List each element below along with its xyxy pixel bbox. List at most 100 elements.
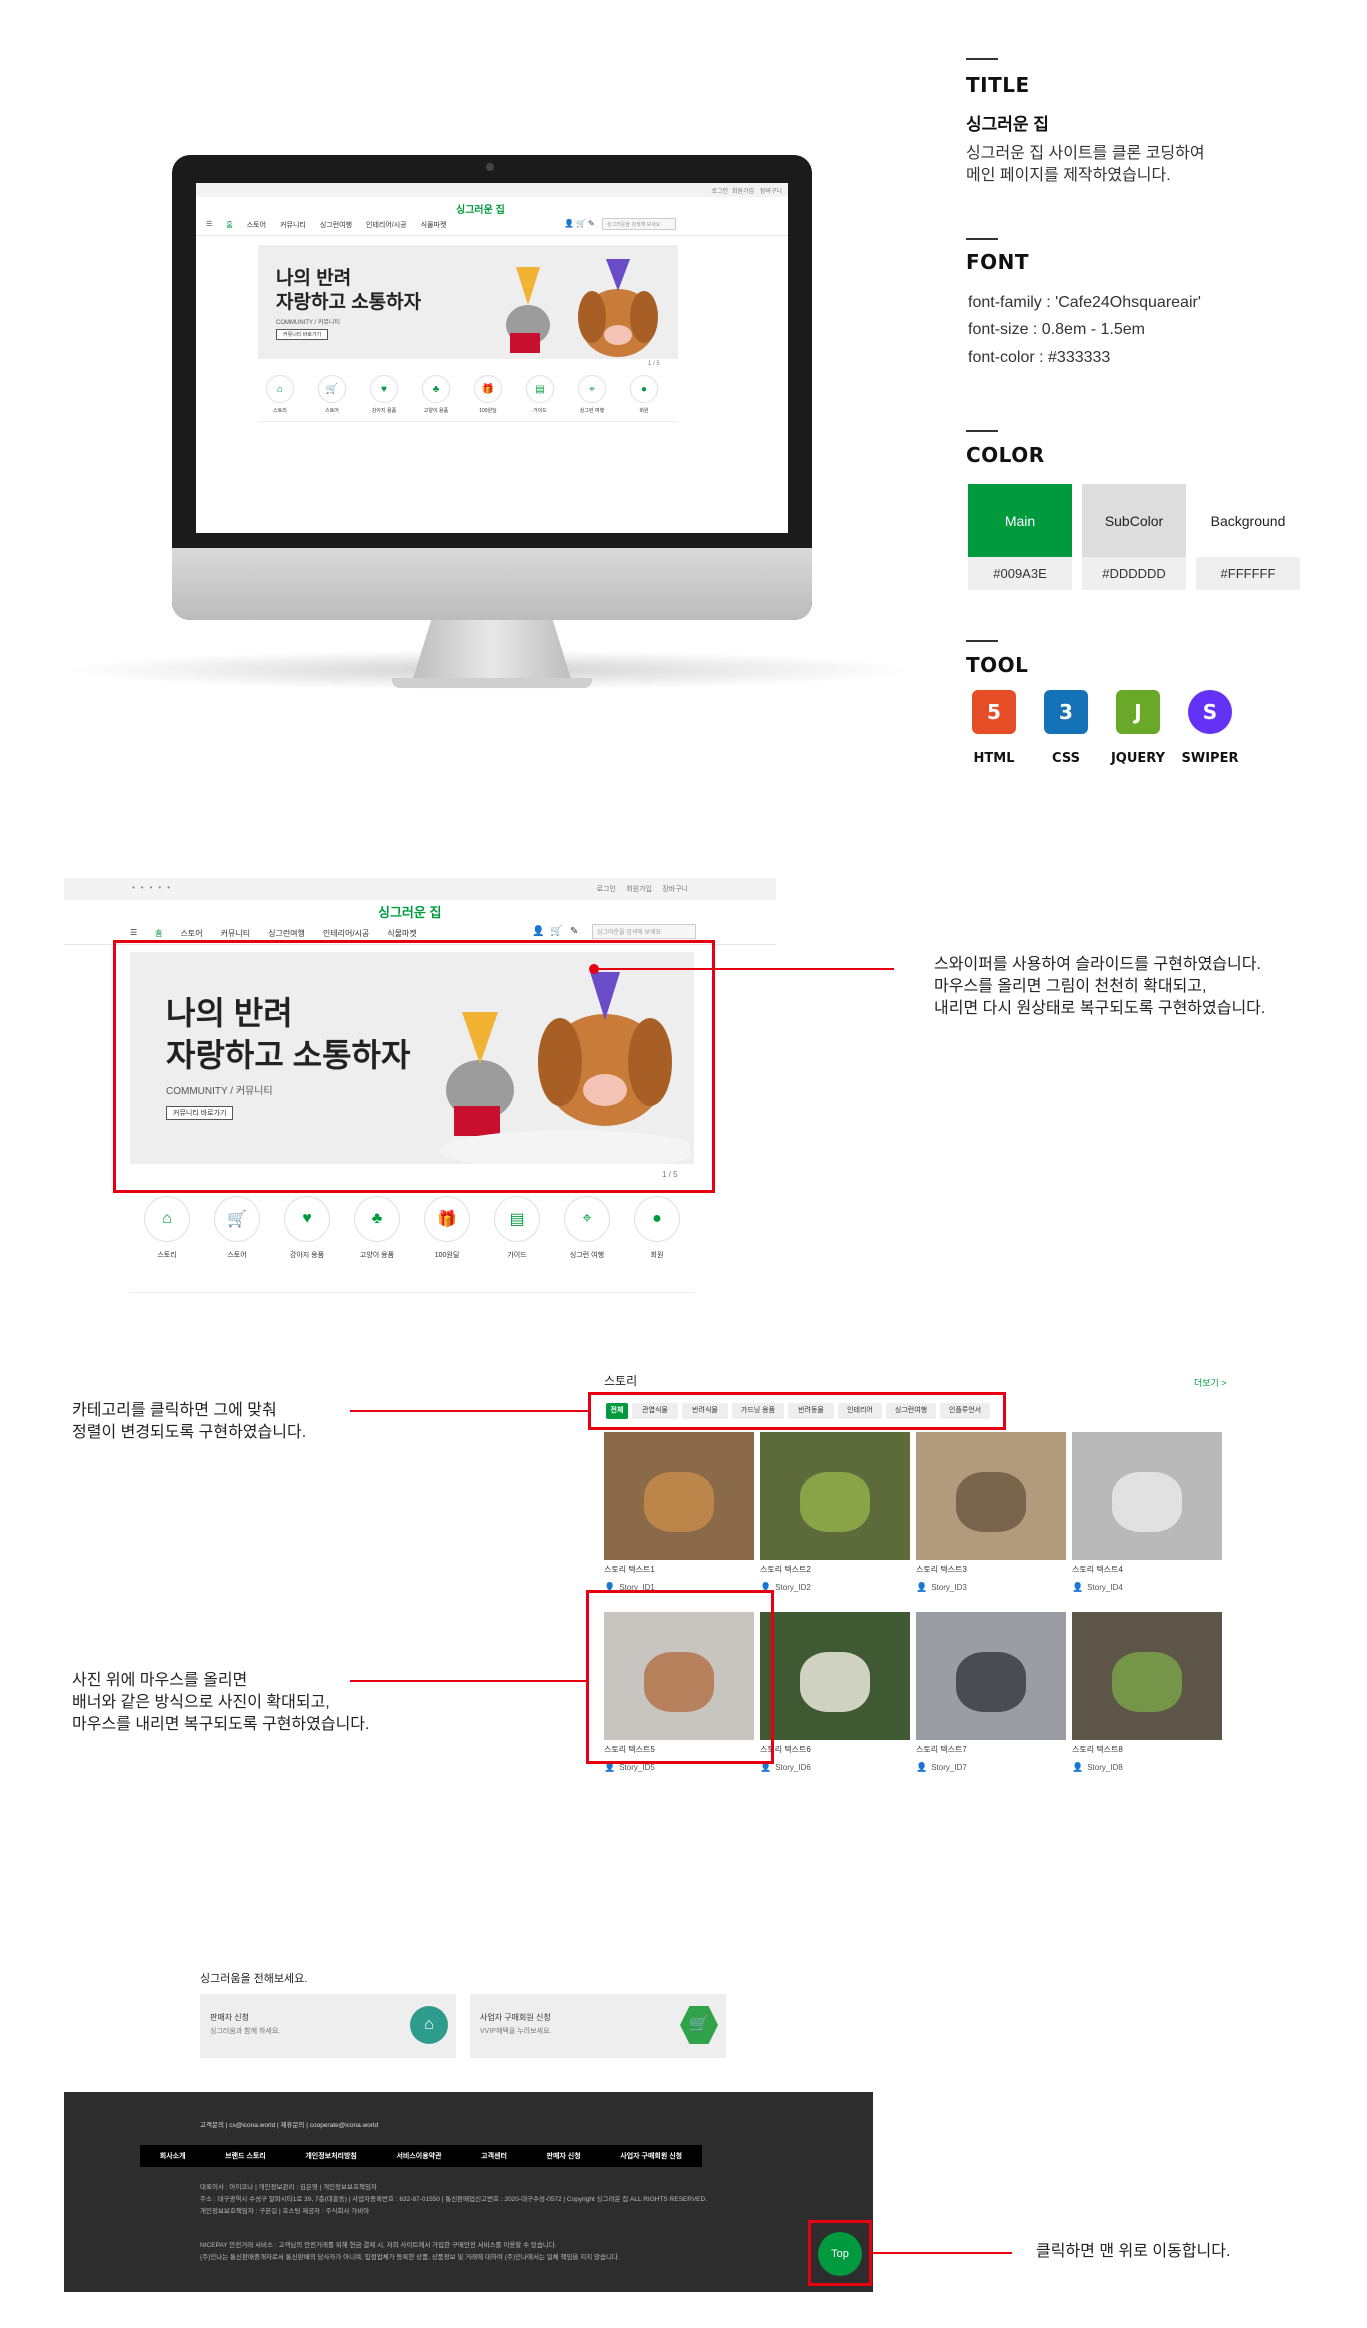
- site-nav: ☰ 홈 스토어 커뮤니티 싱그런여행 인테리어/시공 식물마켓: [206, 220, 446, 230]
- nav-travel-2[interactable]: 싱그런여행: [268, 928, 305, 939]
- home-icon[interactable]: ⌂: [266, 375, 294, 403]
- story-title[interactable]: 스토리 텍스트4: [1072, 1564, 1123, 1575]
- story-photo-subject: [800, 1652, 870, 1712]
- footer-nav-item-3[interactable]: 서비스이용약관: [396, 2151, 441, 2161]
- site-nav-2: ☰ 홈 스토어 커뮤니티 싱그런여행 인테리어/시공 식물마켓: [130, 928, 417, 939]
- category-label-3: 고양이 용품: [423, 408, 449, 414]
- footer-contact: 고객문의 | cs@icona.world | 제휴문의 | cooperate…: [200, 2122, 379, 2129]
- story-more-link[interactable]: 더보기 >: [1194, 1376, 1227, 1389]
- nav-community[interactable]: 커뮤니티: [280, 220, 306, 230]
- story-photo[interactable]: [916, 1612, 1066, 1740]
- banner-button[interactable]: 커뮤니티 바로가기: [276, 329, 329, 340]
- swatch-main: Main: [968, 484, 1072, 557]
- footer-nav-item-6[interactable]: 사업자 구매회원 신청: [620, 2151, 682, 2161]
- hero-banner[interactable]: 나의 반려 자랑하고 소통하자 COMMUNITY / 커뮤니티 커뮤니티 바로…: [258, 245, 678, 359]
- nav-home[interactable]: 홈: [226, 220, 232, 230]
- footer-nav-item-2[interactable]: 개인정보처리방침: [305, 2151, 357, 2161]
- story-title[interactable]: 스토리 텍스트8: [1072, 1744, 1123, 1755]
- nav-interior[interactable]: 인테리어/시공: [366, 220, 407, 230]
- title-heading: TITLE: [966, 73, 1030, 97]
- top-link-cart[interactable]: 장바구니: [760, 186, 782, 195]
- cart-icon[interactable]: 🛒: [576, 219, 586, 228]
- top-link-login[interactable]: 로그인: [711, 186, 728, 195]
- top-link-cart-2[interactable]: 장바구니: [662, 884, 688, 894]
- home-icon[interactable]: ⌂: [144, 1196, 190, 1242]
- dog-icon[interactable]: ♥: [370, 375, 398, 403]
- search-input[interactable]: 싱그러운을 검색해 보세요: [602, 218, 676, 230]
- seller-card[interactable]: 판매자 신청 싱그러움과 함께 하세요. ⌂: [200, 1994, 456, 2058]
- footer-nav-item-0[interactable]: 회사소개: [160, 2151, 186, 2161]
- title-rule: [966, 58, 998, 60]
- site-name: 싱그러운 집: [966, 115, 1049, 134]
- coin-icon[interactable]: ●: [634, 1196, 680, 1242]
- nav-store[interactable]: 스토어: [247, 220, 266, 230]
- nav-home-2[interactable]: 홈: [155, 928, 162, 939]
- pets-illustration: [506, 259, 658, 357]
- monitor-stand: [412, 620, 572, 682]
- site-top-bar-2: ••••• 로그인 회원가입 장바구니: [64, 878, 776, 900]
- user-icon[interactable]: 👤: [564, 219, 574, 228]
- nav-store-2[interactable]: 스토어: [181, 928, 203, 939]
- category-label-big-1: 스토어: [227, 1252, 247, 1259]
- top-link-login-2[interactable]: 로그인: [597, 884, 616, 894]
- top-link-join-2[interactable]: 회원가입: [626, 884, 652, 894]
- user-icon-2[interactable]: 👤: [532, 926, 544, 937]
- nav-divider: [196, 235, 788, 236]
- top-link-join[interactable]: 회원가입: [732, 186, 754, 195]
- story-title[interactable]: 스토리 텍스트7: [916, 1744, 967, 1755]
- menu-icon[interactable]: ☰: [206, 220, 212, 230]
- footer-nav-item-1[interactable]: 브랜드 스토리: [225, 2151, 266, 2161]
- pencil-icon[interactable]: ✎: [588, 219, 595, 228]
- site-logo-2[interactable]: 싱그러운 집: [378, 902, 441, 921]
- pencil-icon-2[interactable]: ✎: [570, 926, 578, 937]
- tool-heading: TOOL: [966, 653, 1029, 677]
- section-divider: [258, 421, 678, 422]
- category-label-big-5: 가이드: [507, 1252, 527, 1259]
- story-photo[interactable]: [604, 1432, 754, 1560]
- dog-icon[interactable]: ♥: [284, 1196, 330, 1242]
- nav-interior-2[interactable]: 인테리어/시공: [323, 928, 369, 939]
- business-card[interactable]: 사업자 구매회원 신청 VVIP혜택을 누려보세요. 🛒: [470, 1994, 726, 2058]
- cart-icon[interactable]: 🛒: [214, 1196, 260, 1242]
- gift-icon[interactable]: 🎁: [424, 1196, 470, 1242]
- cat-icon[interactable]: ♣: [422, 375, 450, 403]
- story-title[interactable]: 스토리 텍스트3: [916, 1564, 967, 1575]
- description-line1: 싱그러운 집 사이트를 클론 코딩하여: [966, 145, 1205, 162]
- swatch-main-code: #009A3E: [968, 557, 1072, 590]
- story-user[interactable]: 👤 Story_ID8: [1072, 1762, 1123, 1773]
- story-title[interactable]: 스토리 텍스트2: [760, 1564, 811, 1575]
- story-photo[interactable]: [1072, 1432, 1222, 1560]
- story-user[interactable]: 👤 Story_ID4: [1072, 1582, 1123, 1593]
- map-pin-icon[interactable]: ⌖: [578, 375, 606, 403]
- story-photo[interactable]: [760, 1612, 910, 1740]
- gift-icon[interactable]: 🎁: [474, 375, 502, 403]
- swiper-annotation-line: [594, 968, 894, 970]
- menu-icon-2[interactable]: ☰: [130, 928, 137, 939]
- nav-community-2[interactable]: 커뮤니티: [221, 928, 250, 939]
- map-pin-icon[interactable]: ⌖: [564, 1196, 610, 1242]
- social-dots: •••••: [132, 883, 177, 892]
- story-photo[interactable]: [916, 1432, 1066, 1560]
- book-icon[interactable]: ▤: [494, 1196, 540, 1242]
- story-user[interactable]: 👤 Story_ID7: [916, 1762, 967, 1773]
- search-input-2[interactable]: 싱그러운을 검색해 보세요: [592, 924, 696, 939]
- cart-icon[interactable]: 🛒: [318, 375, 346, 403]
- filter-annotation-line: [350, 1410, 588, 1412]
- story-title[interactable]: 스토리 텍스트1: [604, 1564, 655, 1575]
- story-user-id: Story_ID4: [1087, 1583, 1123, 1592]
- camera-icon: [486, 163, 494, 171]
- story-photo[interactable]: [1072, 1612, 1222, 1740]
- footer-nav-item-4[interactable]: 고객센터: [481, 2151, 507, 2161]
- site-logo[interactable]: 싱그러운 집: [456, 201, 505, 216]
- book-icon[interactable]: ▤: [526, 375, 554, 403]
- coin-icon[interactable]: ●: [630, 375, 658, 403]
- category-label-big-2: 강아지 용품: [289, 1252, 325, 1259]
- nav-market[interactable]: 식물마켓: [421, 220, 447, 230]
- cat-icon[interactable]: ♣: [354, 1196, 400, 1242]
- story-user[interactable]: 👤 Story_ID3: [916, 1582, 967, 1593]
- story-photo[interactable]: [760, 1432, 910, 1560]
- cart-icon-2[interactable]: 🛒: [550, 926, 562, 937]
- nav-travel[interactable]: 싱그런여행: [320, 220, 352, 230]
- nav-market-2[interactable]: 식물마켓: [387, 928, 416, 939]
- footer-nav-item-5[interactable]: 판매자 신청: [547, 2151, 581, 2161]
